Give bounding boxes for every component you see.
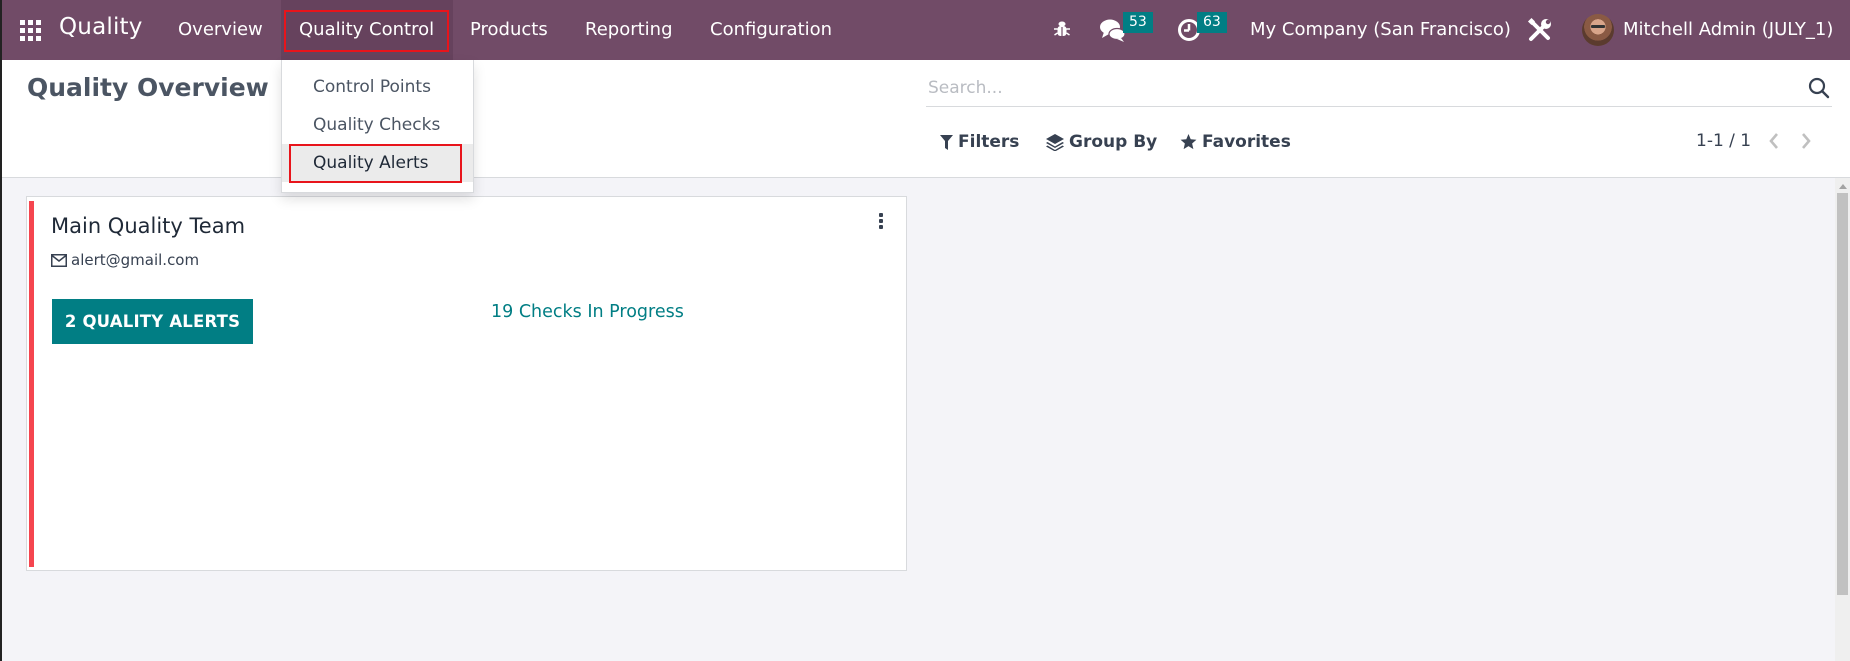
dropdown-item-quality-checks[interactable]: Quality Checks xyxy=(282,106,473,144)
messages-count-badge: 53 xyxy=(1123,12,1153,33)
group-by-button[interactable]: Group By xyxy=(1046,132,1157,152)
dropdown-item-control-points[interactable]: Control Points xyxy=(282,68,473,106)
tools-icon[interactable] xyxy=(1527,17,1553,43)
team-name: Main Quality Team xyxy=(51,214,246,238)
search-icon[interactable] xyxy=(1808,77,1830,99)
menu-configuration[interactable]: Configuration xyxy=(710,19,832,40)
top-navbar: Quality Overview Quality Control Product… xyxy=(0,0,1850,60)
window-edge xyxy=(0,0,2,661)
scroll-up-arrow-icon[interactable] xyxy=(1839,184,1847,189)
favorites-label: Favorites xyxy=(1202,132,1291,152)
apps-grid-icon[interactable] xyxy=(20,20,41,41)
quality-alerts-button[interactable]: 2 QUALITY ALERTS xyxy=(52,299,253,344)
card-color-stripe xyxy=(29,201,34,567)
kebab-menu-icon[interactable] xyxy=(877,213,885,233)
dropdown-item-quality-alerts[interactable]: Quality Alerts xyxy=(282,144,473,182)
company-switcher[interactable]: My Company (San Francisco) xyxy=(1250,19,1511,40)
menu-reporting[interactable]: Reporting xyxy=(585,19,673,40)
team-email: alert@gmail.com xyxy=(51,251,199,269)
search-bar xyxy=(926,70,1832,107)
team-email-text: alert@gmail.com xyxy=(71,251,200,269)
layers-icon xyxy=(1046,133,1064,151)
control-panel: Quality Overview Filters Group By Favori… xyxy=(0,60,1850,178)
filters-label: Filters xyxy=(958,132,1020,152)
favorites-button[interactable]: Favorites xyxy=(1180,132,1291,152)
group-by-label: Group By xyxy=(1069,132,1158,152)
filter-icon xyxy=(940,134,953,150)
star-icon xyxy=(1180,134,1197,150)
menu-quality-control[interactable]: Quality Control xyxy=(299,19,434,40)
activities-count-badge: 63 xyxy=(1197,12,1227,33)
scrollbar-thumb[interactable] xyxy=(1837,193,1848,595)
envelope-icon xyxy=(51,253,67,267)
chevron-left-icon[interactable] xyxy=(1768,132,1780,150)
bug-icon[interactable] xyxy=(1054,20,1070,38)
filters-button[interactable]: Filters xyxy=(940,132,1019,152)
user-menu[interactable]: Mitchell Admin (JULY_1) xyxy=(1623,19,1833,40)
checks-in-progress-link[interactable]: 19 Checks In Progress xyxy=(491,302,684,322)
menu-overview[interactable]: Overview xyxy=(178,19,263,40)
vertical-scrollbar[interactable] xyxy=(1835,178,1850,661)
quality-control-dropdown: Control Points Quality Checks Quality Al… xyxy=(281,60,474,193)
pager-value[interactable]: 1-1 / 1 xyxy=(1696,131,1751,151)
page-title: Quality Overview xyxy=(27,73,269,102)
user-avatar[interactable] xyxy=(1582,14,1614,46)
team-kanban-card[interactable]: Main Quality Team alert@gmail.com 2 QUAL… xyxy=(26,196,907,571)
app-brand[interactable]: Quality xyxy=(59,14,143,40)
search-input[interactable] xyxy=(928,74,1778,102)
menu-products[interactable]: Products xyxy=(470,19,548,40)
chevron-right-icon[interactable] xyxy=(1800,132,1812,150)
